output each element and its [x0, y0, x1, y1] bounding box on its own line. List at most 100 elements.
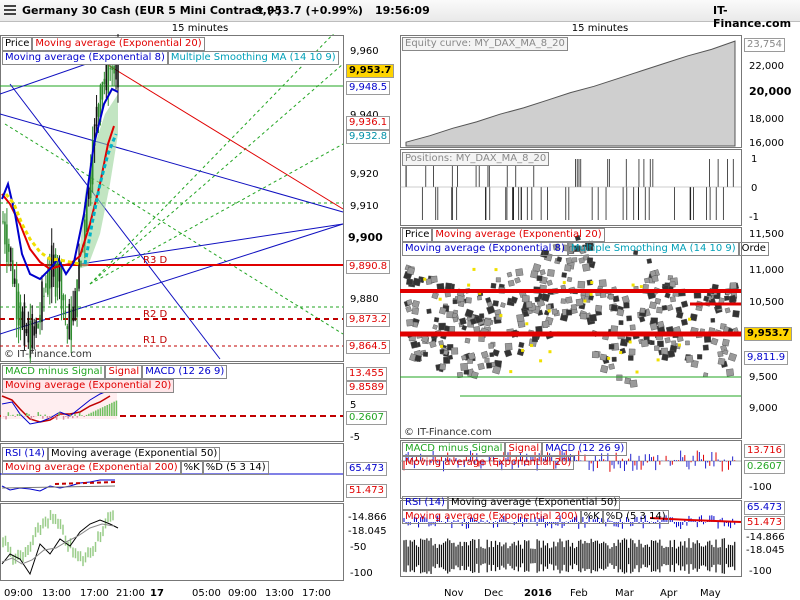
scatter-point — [479, 313, 485, 319]
hamburger-menu-icon[interactable] — [4, 5, 16, 16]
r-legend-rsi-ma50[interactable]: Moving average (Exponential 50) — [447, 496, 621, 510]
scatter-point — [710, 318, 716, 323]
r-legend-ma8[interactable]: Moving average (Exponential 8) — [402, 242, 568, 256]
macd-bar — [49, 416, 51, 419]
scatter-point — [599, 353, 607, 361]
legend-msma[interactable]: Multiple Smoothing MA (14 10 9) — [167, 51, 339, 65]
positions-legend[interactable]: Positions: MY_DAX_MA_8_20 — [402, 152, 550, 166]
highlight-point — [525, 322, 529, 326]
legend-macd-hist[interactable]: MACD minus Signal — [2, 365, 106, 379]
candle-body — [76, 279, 78, 317]
r-legend-price[interactable]: Price — [402, 228, 433, 242]
r-legend-rsi[interactable]: RSI (14) — [402, 496, 448, 510]
left-axis-label: 9,960 — [350, 46, 379, 57]
highlight-point — [438, 297, 442, 301]
legend-rsi[interactable]: RSI (14) — [2, 447, 48, 461]
legend-rsi-ma200[interactable]: Moving average (Exponential 200) — [2, 461, 181, 475]
left-axis-label: 9,910 — [350, 201, 379, 212]
r-legend-rsi-ma200[interactable]: Moving average (Exponential 200) — [402, 510, 581, 524]
positions-axis-label: 1 — [751, 154, 757, 165]
scatter-point — [464, 337, 471, 344]
scatter-point — [426, 308, 432, 314]
scatter-point — [504, 342, 513, 351]
scatter-point — [608, 363, 615, 370]
scatter-point — [638, 316, 646, 323]
month-label: Feb — [570, 588, 588, 599]
legend-ma20[interactable]: Moving average (Exponential 20) — [32, 37, 205, 51]
legend-ma8[interactable]: Moving average (Exponential 8) — [2, 51, 168, 65]
scatter-point — [447, 354, 454, 360]
equity-legend[interactable]: Equity curve: MY_DAX_MA_8_20 — [402, 37, 568, 51]
scatter-point — [412, 277, 422, 287]
legend-price[interactable]: Price — [2, 37, 33, 51]
r-legend-orders[interactable]: Orde — [738, 242, 769, 256]
scatter-point — [598, 279, 607, 288]
scatter-point — [411, 299, 420, 308]
r-legend-d[interactable]: %D (5 3 14) — [602, 510, 669, 524]
month-label: 2016 — [524, 588, 552, 599]
macd-bar — [72, 416, 74, 419]
candle-body — [101, 82, 104, 100]
scatter-point — [459, 317, 467, 326]
r-legend-macd-ma20[interactable]: Moving average (Exponential 20) — [402, 456, 575, 470]
scatter-point — [589, 313, 598, 322]
r-legend-macd-hist[interactable]: MACD minus Signal — [402, 442, 506, 456]
macd-bar — [113, 401, 115, 416]
candle-body — [25, 329, 28, 334]
candle-body — [8, 243, 10, 252]
scatter-point — [507, 279, 515, 287]
r-legend-macd[interactable]: MACD (12 26 9) — [542, 442, 628, 456]
legend-k[interactable]: %K — [180, 461, 203, 475]
candle-body — [72, 306, 74, 322]
scatter-point — [703, 335, 712, 343]
legend-macd-ma20[interactable]: Moving average (Exponential 20) — [2, 379, 175, 393]
scatter-point — [628, 348, 636, 356]
candle-body — [70, 309, 73, 341]
scatter-point — [629, 379, 638, 388]
legend-d[interactable]: %D (5 3 14) — [202, 461, 269, 475]
macd-bar — [12, 414, 14, 416]
macd-bar — [7, 412, 10, 416]
left-chart[interactable]: 9,960 9,940 9,920 9,910 9,900 9,880 R3 D… — [0, 34, 400, 600]
r-legend-k[interactable]: %K — [580, 510, 603, 524]
macd-bar — [30, 416, 33, 420]
right-macd-tag: 13.716 — [744, 444, 785, 458]
scatter-point — [531, 335, 539, 343]
scatter-point — [680, 318, 688, 326]
legend-macd[interactable]: MACD (12 26 9) — [142, 365, 228, 379]
scatter-point — [654, 345, 660, 351]
scatter-point — [534, 296, 541, 303]
highlight-point — [583, 299, 587, 303]
right-macd-legend: MACD minus Signal Signal MACD (12 26 9) Mo… — [402, 442, 628, 470]
scatter-point — [664, 337, 671, 344]
candle-body — [6, 224, 8, 262]
candle-body — [39, 314, 41, 323]
r-legend-msma[interactable]: Multiple Smoothing MA (14 10 9) — [567, 242, 739, 256]
scatter-point — [724, 307, 731, 314]
macd-bar — [65, 416, 67, 417]
macd-bar — [97, 409, 99, 416]
legend-rsi-ma50[interactable]: Moving average (Exponential 50) — [47, 447, 221, 461]
candle-body — [19, 302, 22, 331]
r-legend-ma20[interactable]: Moving average (Exponential 20) — [432, 228, 605, 242]
r-legend-signal[interactable]: Signal — [505, 442, 543, 456]
scatter-point — [565, 296, 573, 304]
macd-bar — [92, 411, 95, 416]
macd-bar — [78, 412, 81, 416]
equity-axis-label: 22,000 — [749, 61, 784, 72]
scatter-point — [626, 315, 633, 322]
scatter-point — [545, 304, 552, 310]
candle-body — [74, 291, 76, 321]
scatter-point — [648, 301, 657, 310]
scatter-point — [406, 266, 416, 276]
price-tag-last: 9,953.7 — [346, 64, 395, 78]
scatter-point — [618, 320, 624, 326]
scatter-point — [729, 282, 737, 290]
scatter-point — [608, 293, 614, 300]
macd-axis-label: 5 — [350, 400, 356, 411]
scatter-point — [667, 350, 676, 358]
scatter-point — [489, 352, 495, 358]
legend-signal[interactable]: Signal — [105, 365, 143, 379]
right-stoch-tag: -14.866 — [744, 532, 787, 544]
macd-bar — [55, 416, 58, 420]
